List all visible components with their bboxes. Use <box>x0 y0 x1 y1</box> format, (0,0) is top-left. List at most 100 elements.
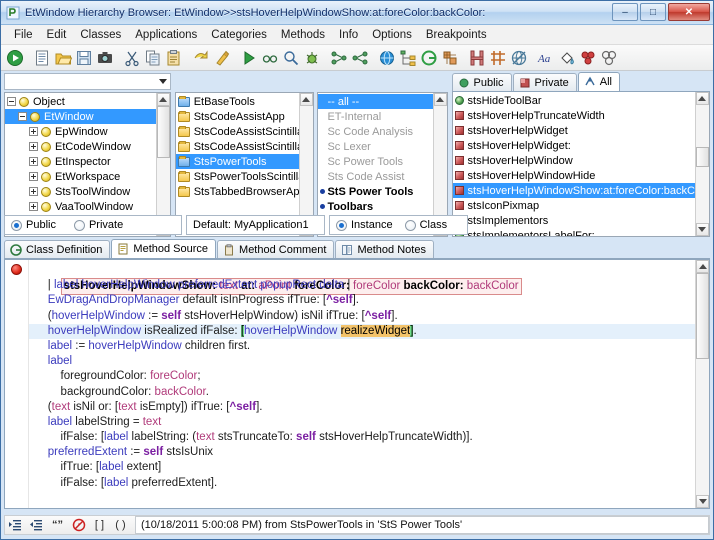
public-radio[interactable] <box>11 220 22 231</box>
scroll-track[interactable] <box>157 106 170 223</box>
font-icon[interactable]: Aa <box>536 47 556 69</box>
scroll-track[interactable] <box>300 106 313 223</box>
twisty-plus-icon[interactable] <box>29 187 38 196</box>
breakpoint-icon[interactable] <box>11 264 22 275</box>
menu-item-info[interactable]: Info <box>332 27 365 43</box>
twisty-plus-icon[interactable] <box>29 127 38 136</box>
maximize-button[interactable]: □ <box>640 3 666 21</box>
method-list-item[interactable]: stsIconPixmap <box>453 198 695 213</box>
category-list-item[interactable]: Sts Code Assist <box>318 169 432 184</box>
scroll-track[interactable] <box>434 106 447 223</box>
class-list-item[interactable]: EpWindow <box>5 124 156 139</box>
category-list-item[interactable]: ET-Internal <box>318 109 432 124</box>
method-list-item[interactable]: stsHoverHelpWidget: <box>453 138 695 153</box>
method-list-item[interactable]: stsHoverHelpWidget <box>453 123 695 138</box>
scroll-track[interactable] <box>696 273 709 495</box>
twisty-minus-icon[interactable] <box>7 97 16 106</box>
globe-icon[interactable] <box>377 47 397 69</box>
editor-gutter[interactable] <box>5 260 29 508</box>
outdent-icon[interactable] <box>26 516 47 534</box>
globe-crossed-icon[interactable] <box>509 47 529 69</box>
menu-item-options[interactable]: Options <box>365 27 419 43</box>
tab-all[interactable]: All <box>578 72 620 91</box>
scroll-up-button[interactable] <box>696 92 709 105</box>
twisty-plus-icon[interactable] <box>29 202 38 211</box>
run-icon[interactable] <box>5 47 25 69</box>
tab-public[interactable]: Public <box>452 73 512 91</box>
cut-icon[interactable] <box>122 47 142 69</box>
method-list-item[interactable]: stsHideToolBar <box>453 93 695 108</box>
code-editor[interactable]: stsHoverHelpWindowShow: text at: aPoint … <box>4 259 710 509</box>
class-list-item[interactable]: EtWorkspace <box>5 169 156 184</box>
menu-item-classes[interactable]: Classes <box>73 27 128 43</box>
application-list-item[interactable]: StsCodeAssistScintillaCo <box>176 124 299 139</box>
class-radio[interactable] <box>405 220 416 231</box>
twisty-minus-icon[interactable] <box>18 112 27 121</box>
inherit-icon[interactable] <box>599 47 619 69</box>
category-list-item[interactable]: Toolbars <box>318 199 432 214</box>
application-list-item[interactable]: StsCodeAssistApp <box>176 109 299 124</box>
scroll-up-button[interactable] <box>300 93 313 106</box>
application-list-item[interactable]: EtBaseTools <box>176 94 299 109</box>
application-list-item[interactable]: StsCodeAssistScintillaLe <box>176 139 299 154</box>
class-list-item[interactable]: EtWindow <box>5 109 156 124</box>
class-list-item[interactable]: EtInspector <box>5 154 156 169</box>
play-icon[interactable] <box>239 47 259 69</box>
uncomment-icon[interactable]: “ <box>68 516 89 534</box>
private-radio[interactable] <box>74 220 85 231</box>
method-list-item[interactable]: stsHoverHelpWindowShow:at:foreColor:back… <box>453 183 695 198</box>
undo-icon[interactable] <box>191 47 211 69</box>
menu-item-categories[interactable]: Categories <box>204 27 274 43</box>
category-list-item[interactable]: Sc Power Tools <box>318 154 432 169</box>
scroll-down-button[interactable] <box>696 495 709 508</box>
redo-icon[interactable] <box>212 47 232 69</box>
fill-color-icon[interactable] <box>557 47 577 69</box>
scroll-up-button[interactable] <box>157 93 170 106</box>
category-list-item[interactable]: StS Power Tools <box>318 184 432 199</box>
method-list-item[interactable]: stsHoverHelpWindow <box>453 153 695 168</box>
colors-icon[interactable] <box>578 47 598 69</box>
code-area[interactable]: stsHoverHelpWindowShow: text at: aPoint … <box>29 260 695 508</box>
class-list-item[interactable]: Object <box>5 94 156 109</box>
method-list-item[interactable]: stsHoverHelpTruncateWidth <box>453 108 695 123</box>
editor-scrollbar[interactable] <box>695 260 709 508</box>
scroll-up-button[interactable] <box>696 260 709 273</box>
scroll-up-button[interactable] <box>434 93 447 106</box>
twisty-plus-icon[interactable] <box>29 172 38 181</box>
class-list-item[interactable]: VaaToolWindow <box>5 199 156 214</box>
class-filter-combobox[interactable] <box>4 73 171 90</box>
twisty-plus-icon[interactable] <box>29 142 38 151</box>
implementors-icon[interactable] <box>350 47 370 69</box>
layout-icon[interactable] <box>467 47 487 69</box>
menu-item-edit[interactable]: Edit <box>40 27 74 43</box>
twisty-plus-icon[interactable] <box>29 157 38 166</box>
debug-icon[interactable] <box>302 47 322 69</box>
variables-icon[interactable] <box>440 47 460 69</box>
editor-tab-method-source[interactable]: Method Source <box>111 239 216 258</box>
application-list-item[interactable]: StsPowerToolsScintilla <box>176 169 299 184</box>
class-list-item[interactable]: StsToolWindow <box>5 184 156 199</box>
scroll-thumb[interactable] <box>696 147 709 167</box>
instance-radio[interactable] <box>336 220 347 231</box>
category-list-item[interactable]: Sc Code Analysis <box>318 124 432 139</box>
scroll-thumb[interactable] <box>696 273 709 359</box>
camera-icon[interactable] <box>95 47 115 69</box>
hierarchy-icon[interactable] <box>398 47 418 69</box>
paste-icon[interactable] <box>164 47 184 69</box>
category-list-item[interactable]: -- all -- <box>318 94 432 109</box>
category-list-item[interactable]: Sc Lexer <box>318 139 432 154</box>
grid-icon[interactable] <box>488 47 508 69</box>
new-file-icon[interactable] <box>32 47 52 69</box>
inspect-glasses-icon[interactable] <box>260 47 280 69</box>
editor-tab-class-definition[interactable]: Class Definition <box>4 240 110 258</box>
menu-item-file[interactable]: File <box>7 27 40 43</box>
menu-item-breakpoints[interactable]: Breakpoints <box>419 27 494 43</box>
tab-private[interactable]: Private <box>513 73 577 91</box>
save-icon[interactable] <box>74 47 94 69</box>
senders-icon[interactable] <box>329 47 349 69</box>
minimize-button[interactable]: – <box>612 3 638 21</box>
quotes-icon[interactable]: “” <box>47 516 68 534</box>
open-folder-icon[interactable] <box>53 47 73 69</box>
editor-tab-method-notes[interactable]: Method Notes <box>335 240 433 258</box>
brackets-icon[interactable]: [ ] <box>89 516 110 534</box>
